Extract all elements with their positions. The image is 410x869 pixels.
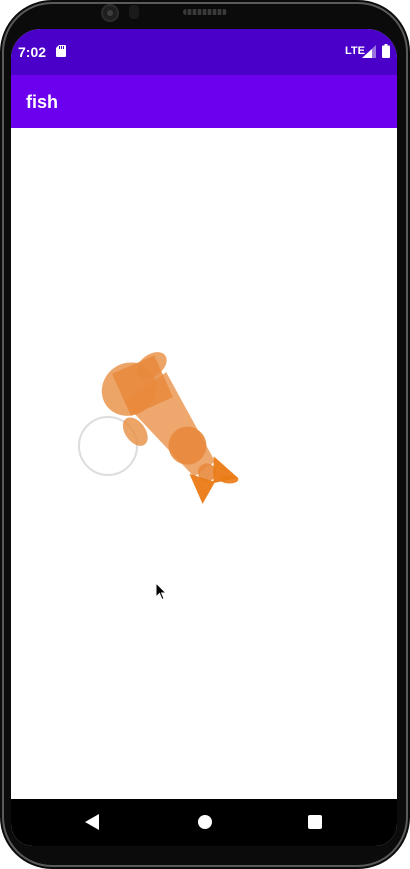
app-title: fish [26, 92, 59, 112]
mouse-cursor-icon [155, 582, 167, 601]
fish-drawing [78, 339, 252, 520]
fish[interactable] [90, 339, 252, 520]
recents-square-icon[interactable] [308, 815, 322, 829]
cell-signal-icon [362, 45, 376, 58]
earpiece-speaker [183, 9, 227, 15]
status-time: 7:02 [18, 44, 47, 60]
back-triangle-icon[interactable] [85, 814, 99, 830]
sd-card-icon [56, 45, 66, 57]
status-bar: 7:02 LTE [11, 29, 397, 75]
app-bar: fish [11, 75, 397, 128]
battery-icon [382, 44, 390, 58]
proximity-sensor [129, 5, 139, 19]
fish-tail-tip [220, 475, 239, 484]
screen: 7:02 LTE fish [11, 29, 397, 846]
front-camera [101, 4, 119, 22]
home-circle-icon[interactable] [198, 815, 212, 829]
fish-canvas[interactable] [11, 128, 397, 799]
navigation-bar [11, 799, 397, 846]
phone-frame: 7:02 LTE fish [0, 0, 410, 869]
